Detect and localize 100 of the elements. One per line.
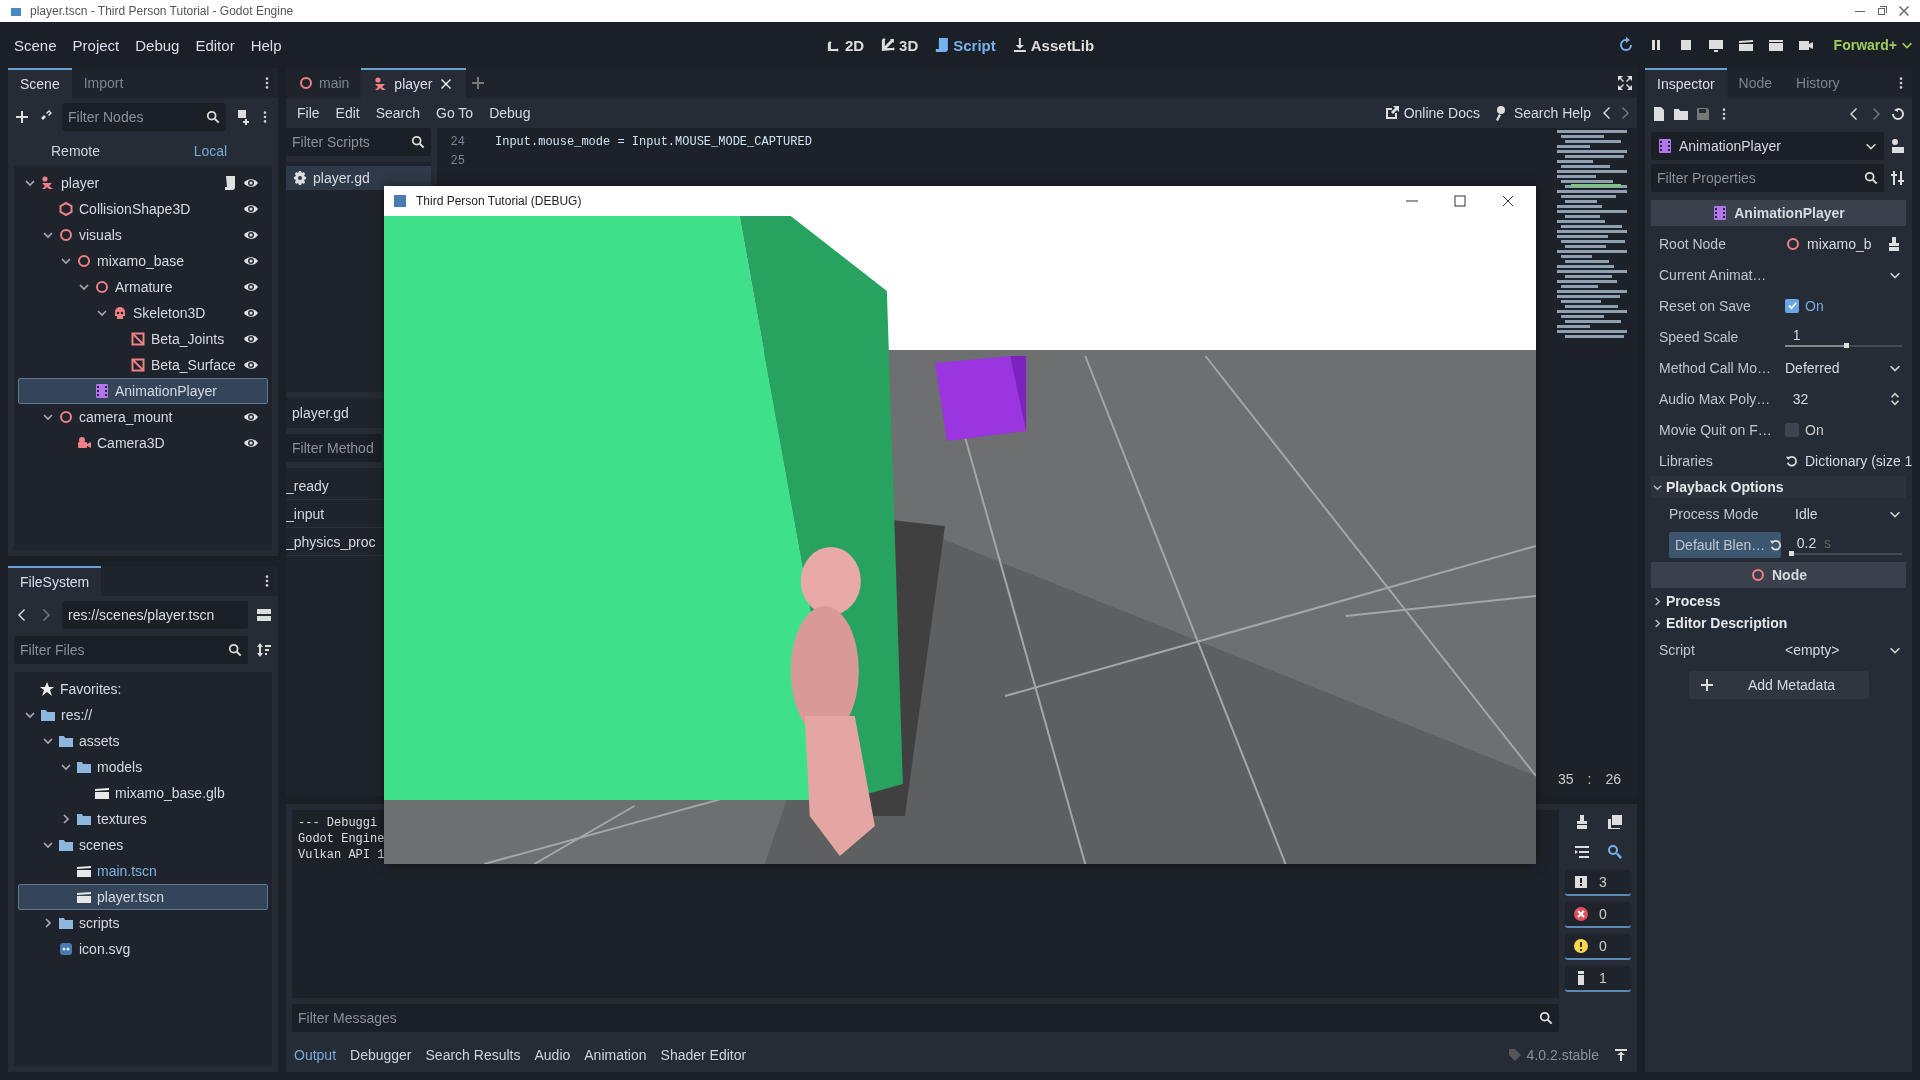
- tree-item[interactable]: scripts: [18, 910, 268, 936]
- path-field[interactable]: res://scenes/player.tscn: [62, 601, 248, 629]
- revert-icon[interactable]: [1785, 453, 1799, 468]
- fullscreen-icon[interactable]: [1617, 75, 1633, 91]
- tree-item[interactable]: Beta_Joints: [18, 326, 268, 352]
- checkbox[interactable]: On: [1781, 421, 1906, 438]
- search-icon[interactable]: [1606, 844, 1623, 860]
- dock-tab[interactable]: Import: [71, 68, 136, 98]
- mode-tab[interactable]: Remote: [8, 143, 143, 159]
- document-tab[interactable]: player: [361, 68, 466, 98]
- menu-item[interactable]: Go To: [429, 102, 481, 124]
- number-field[interactable]: 32: [1781, 390, 1906, 407]
- online-docs-button[interactable]: Online Docs: [1377, 102, 1486, 124]
- filter-field[interactable]: Filter Method: [286, 434, 382, 462]
- close-icon[interactable]: [1500, 193, 1516, 209]
- tree-item[interactable]: icon.svg: [18, 936, 268, 962]
- tree-item[interactable]: Beta_Surface: [18, 352, 268, 378]
- search-icon[interactable]: [228, 643, 242, 657]
- tree-item[interactable]: Camera3D: [18, 430, 268, 456]
- history-icon[interactable]: [1890, 106, 1906, 122]
- search-icon[interactable]: [1539, 1011, 1553, 1025]
- dock-tab[interactable]: History: [1784, 68, 1852, 98]
- tree-item[interactable]: assets: [18, 728, 268, 754]
- document-tab[interactable]: main: [286, 68, 362, 98]
- menu-item[interactable]: Search: [368, 102, 428, 124]
- tree-item[interactable]: mixamo_base: [18, 248, 268, 274]
- add-tab-icon[interactable]: [469, 75, 486, 91]
- clapper-icon[interactable]: [1737, 37, 1754, 53]
- script-icon[interactable]: [222, 175, 238, 191]
- slider-field[interactable]: 0.2 s: [1789, 534, 1902, 555]
- filter-field[interactable]: Filter Files: [14, 636, 248, 664]
- tree-item[interactable]: textures: [18, 806, 268, 832]
- object-selector[interactable]: AnimationPlayer: [1651, 132, 1884, 160]
- clapper-icon[interactable]: [1767, 37, 1784, 53]
- sort-icon[interactable]: [256, 642, 272, 658]
- dock-tab[interactable]: Inspector: [1645, 68, 1727, 98]
- dropdown[interactable]: Idle: [1791, 505, 1906, 522]
- filter-toggle[interactable]: 0: [1565, 902, 1631, 928]
- tree-item[interactable]: Armature: [18, 274, 268, 300]
- external-link-icon[interactable]: [1383, 105, 1400, 121]
- collapse-icon[interactable]: [1573, 844, 1590, 860]
- folder-open-icon[interactable]: [1673, 106, 1689, 122]
- group-header[interactable]: Playback Options: [1651, 476, 1906, 498]
- tree-item[interactable]: player: [18, 170, 268, 196]
- node-path-field[interactable]: mixamo_b: [1781, 235, 1906, 252]
- workspace-button[interactable]: 3D: [878, 32, 921, 58]
- slider-field[interactable]: 1: [1785, 326, 1902, 347]
- maximize-icon[interactable]: [1452, 193, 1468, 209]
- renderer-dropdown[interactable]: Forward+: [1833, 37, 1914, 53]
- dropdown[interactable]: <empty>: [1781, 641, 1906, 658]
- split-view-icon[interactable]: [256, 607, 272, 623]
- pin-panel-icon[interactable]: [1613, 1047, 1629, 1063]
- search-help-button[interactable]: Search Help: [1487, 102, 1597, 124]
- tree-item[interactable]: AnimationPlayer: [18, 378, 268, 404]
- panel-tab[interactable]: Animation: [584, 1047, 647, 1063]
- reload-icon[interactable]: [1617, 37, 1634, 53]
- panel-tab[interactable]: Audio: [534, 1047, 571, 1063]
- resource-value[interactable]: Dictionary (size 1: [1805, 452, 1913, 469]
- tree-item[interactable]: Skeleton3D: [18, 300, 268, 326]
- tree-item[interactable]: main.tscn: [18, 858, 268, 884]
- tree-item[interactable]: scenes: [18, 832, 268, 858]
- menu-item[interactable]: Project: [64, 32, 128, 58]
- method-item[interactable]: _ready: [286, 477, 329, 494]
- script-item[interactable]: player.gd: [286, 166, 431, 190]
- menu-item[interactable]: Editor: [187, 32, 243, 58]
- spinner-arrows-icon[interactable]: [1888, 391, 1902, 406]
- filter-toggle[interactable]: 0: [1565, 934, 1631, 960]
- dock-tab[interactable]: FileSystem: [8, 566, 102, 596]
- group-header[interactable]: Editor Description: [1651, 612, 1906, 634]
- tools-icon[interactable]: [1890, 170, 1906, 186]
- new-resource-icon[interactable]: [1651, 106, 1667, 122]
- filter-toggle[interactable]: 1: [1565, 966, 1631, 992]
- method-item[interactable]: _physics_proc: [286, 533, 376, 550]
- filter-field[interactable]: Filter Messages: [292, 1004, 1559, 1032]
- add-icon[interactable]: [14, 109, 30, 125]
- dock-tab[interactable]: Node: [1726, 68, 1785, 98]
- tree-item[interactable]: camera_mount: [18, 404, 268, 430]
- menu-item[interactable]: File: [290, 102, 327, 124]
- mode-tab[interactable]: Local: [143, 143, 278, 159]
- workspace-button[interactable]: AssetLib: [1009, 32, 1097, 58]
- filter-toggle[interactable]: 3: [1565, 870, 1631, 896]
- tree-item[interactable]: player.tscn: [18, 884, 268, 910]
- tree-item[interactable]: models: [18, 754, 268, 780]
- menu-item[interactable]: Edit: [328, 102, 367, 124]
- method-item[interactable]: _input: [286, 505, 325, 522]
- doc-icon[interactable]: [1890, 138, 1906, 154]
- search-icon[interactable]: [206, 110, 220, 124]
- tree-item[interactable]: res://: [18, 702, 268, 728]
- copy-icon[interactable]: [1606, 814, 1623, 830]
- search-icon[interactable]: [411, 135, 425, 149]
- tree-item[interactable]: visuals: [18, 222, 268, 248]
- menu-item[interactable]: Scene: [6, 32, 65, 58]
- menu-item[interactable]: Debug: [482, 102, 538, 124]
- save-icon[interactable]: [1695, 106, 1711, 122]
- dropdown[interactable]: Deferred: [1781, 359, 1906, 376]
- dock-tab[interactable]: Scene: [8, 68, 72, 98]
- filter-field[interactable]: Filter Scripts: [286, 128, 431, 156]
- checkbox[interactable]: On: [1781, 297, 1906, 314]
- monitor-icon[interactable]: [1707, 37, 1724, 53]
- workspace-button[interactable]: Script: [932, 32, 998, 58]
